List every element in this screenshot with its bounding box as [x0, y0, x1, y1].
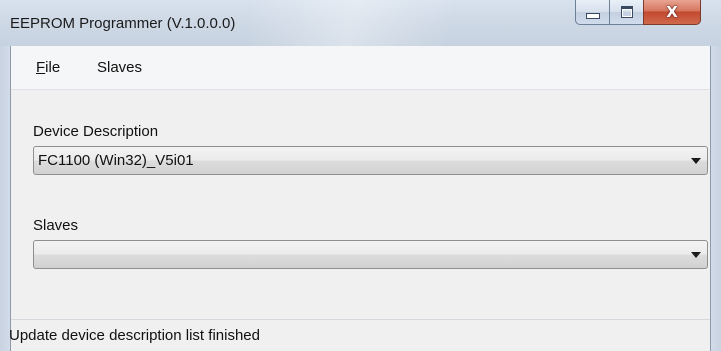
- menu-slaves[interactable]: Slaves: [94, 59, 145, 76]
- title-bar-glass: [250, 0, 500, 46]
- menu-file[interactable]: File: [33, 59, 63, 76]
- device-description-label: Device Description: [33, 123, 159, 140]
- maximize-button[interactable]: [609, 0, 643, 25]
- chevron-down-icon[interactable]: [691, 158, 701, 164]
- chevron-down-icon[interactable]: [691, 252, 701, 258]
- menu-file-mnemonic: F: [36, 59, 46, 76]
- title-bar[interactable]: EEPROM Programmer (V.1.0.0.0) X: [0, 0, 721, 46]
- window-title: EEPROM Programmer (V.1.0.0.0): [10, 15, 236, 32]
- menu-bar: File Slaves: [11, 46, 710, 90]
- status-bar: Update device description list finished: [9, 319, 710, 351]
- close-button[interactable]: X: [643, 0, 701, 25]
- slaves-dropdown[interactable]: [33, 240, 708, 269]
- minimize-button[interactable]: [575, 0, 609, 25]
- close-icon: X: [666, 3, 678, 21]
- status-text: Update device description list finished: [9, 327, 260, 344]
- client-area: File Slaves Device Description FC1100 (W…: [9, 46, 711, 351]
- device-description-value: FC1100 (Win32)_V5i01: [38, 152, 194, 169]
- minimize-icon: [585, 13, 600, 19]
- app-window: EEPROM Programmer (V.1.0.0.0) X File Sla…: [0, 0, 721, 351]
- caption-buttons: X: [575, 0, 701, 27]
- slaves-label: Slaves: [33, 217, 79, 234]
- maximize-icon: [620, 6, 633, 18]
- device-description-dropdown[interactable]: FC1100 (Win32)_V5i01: [33, 146, 708, 175]
- window-frame-right: [711, 46, 721, 351]
- window-frame-left: [0, 46, 10, 351]
- menu-file-label: ile: [45, 59, 61, 76]
